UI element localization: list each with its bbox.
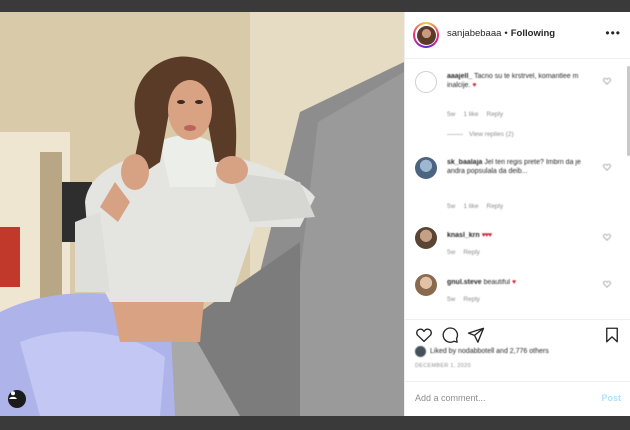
post-modal: sanjabebaaa • Following ••• aaajell_ Tacno…	[0, 12, 630, 416]
comment-avatar[interactable]	[415, 227, 437, 249]
likes-text: Liked by nodabbotell and 2,776 others	[430, 348, 549, 355]
liker-avatar	[415, 346, 426, 357]
comment-time: 5w	[447, 203, 456, 210]
add-comment-input[interactable]: Add a comment...	[415, 393, 486, 403]
post-photo[interactable]	[0, 12, 404, 416]
browser-bottom-strip	[0, 416, 630, 430]
save-bookmark-icon[interactable]	[603, 326, 621, 344]
red-hearts-emoji-icon: ♥♥♥	[481, 232, 493, 239]
like-heart-icon[interactable]	[415, 326, 433, 344]
post-side-panel: sanjabebaaa • Following ••• aaajell_ Tacno…	[404, 12, 630, 416]
comment-meta: 5w Reply	[447, 296, 488, 303]
heart-emoji-icon: ♥	[472, 82, 477, 89]
comment-time: 5w	[447, 296, 456, 303]
reply-button[interactable]: Reply	[487, 111, 504, 118]
comment-meta: 5w Reply	[447, 249, 488, 256]
more-horizontal-icon[interactable]: •••	[605, 26, 621, 40]
comment-username[interactable]: knasl_krn	[447, 232, 480, 239]
comment-meta: 5w 1 like Reply	[447, 111, 511, 118]
heart-emoji-icon: ♥	[512, 279, 517, 286]
separator-dot: •	[504, 28, 508, 39]
comments-list: aaajell_ Tacno su te krstrvel, komantlee…	[405, 59, 630, 319]
comment-likes[interactable]: 1 like	[463, 203, 478, 210]
comment-time: 5w	[447, 111, 456, 118]
comment-avatar[interactable]	[415, 157, 437, 179]
share-paper-plane-icon[interactable]	[467, 326, 485, 344]
comment-bubble-icon[interactable]	[441, 326, 459, 344]
comment-avatar[interactable]	[415, 71, 437, 93]
reply-button[interactable]: Reply	[487, 203, 504, 210]
comment-like-heart-icon[interactable]	[603, 280, 611, 288]
browser-top-strip	[0, 0, 630, 12]
post-date: DECEMBER 1, 2020	[415, 363, 471, 369]
comment-username[interactable]: gnul.steve	[447, 279, 482, 286]
post-actions	[405, 319, 630, 348]
view-replies-label: View replies (2)	[469, 131, 514, 138]
comment-text: sk_baalaja Jel teri regis prete? Imbrn d…	[447, 158, 597, 176]
comment-likes[interactable]: 1 like	[463, 111, 478, 118]
post-comment-button[interactable]: Post	[601, 393, 621, 403]
view-replies-button[interactable]: View replies (2)	[447, 131, 514, 138]
comment-like-heart-icon[interactable]	[603, 233, 611, 241]
reply-button[interactable]: Reply	[463, 296, 480, 303]
add-comment-bar: Add a comment... Post	[405, 381, 630, 417]
likes-summary[interactable]: Liked by nodabbotell and 2,776 others	[415, 346, 549, 357]
comment-username[interactable]: sk_baalaja	[447, 159, 482, 166]
author-line: sanjabebaaa • Following	[447, 28, 555, 39]
comment-body: beautiful	[483, 279, 511, 286]
comment-text: gnul.steve beautiful ♥	[447, 278, 597, 287]
comment-meta: 5w 1 like Reply	[447, 203, 511, 210]
comment-text: aaajell_ Tacno su te krstrvel, komantlee…	[447, 72, 597, 90]
comment-avatar[interactable]	[415, 274, 437, 296]
following-button[interactable]: Following	[511, 28, 555, 39]
author-username[interactable]: sanjabebaaa	[447, 28, 501, 39]
post-header: sanjabebaaa • Following •••	[405, 12, 630, 59]
comment-text: knasl_krn ♥♥♥	[447, 231, 597, 240]
comment-time: 5w	[447, 249, 456, 256]
comment-username[interactable]: aaajell_	[447, 73, 472, 80]
reply-button[interactable]: Reply	[463, 249, 480, 256]
author-avatar[interactable]	[413, 22, 439, 48]
tagged-user-icon[interactable]	[8, 390, 26, 408]
comment-like-heart-icon[interactable]	[603, 163, 611, 171]
comment-like-heart-icon[interactable]	[603, 77, 611, 85]
photo-illustration	[0, 12, 404, 416]
